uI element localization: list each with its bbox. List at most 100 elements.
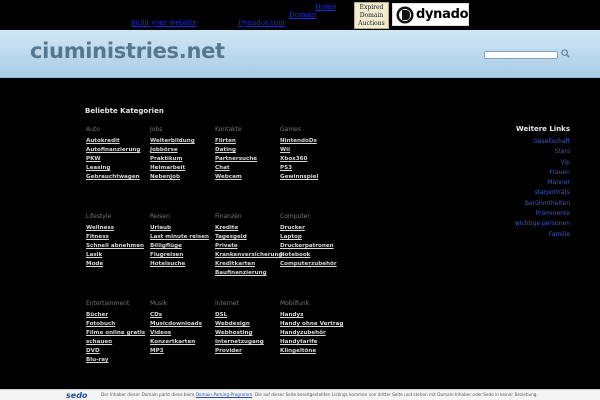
- category-link[interactable]: Hotelsuche: [150, 260, 209, 269]
- category-link[interactable]: Gebrauchtwagen: [86, 173, 140, 182]
- category-link[interactable]: Nebenjob: [150, 173, 195, 182]
- category-heading: Kontakte: [215, 126, 242, 133]
- category-link[interactable]: Baufinanzierung: [215, 269, 282, 278]
- category-link[interactable]: Wellness: [86, 224, 144, 233]
- category-finanzen: Finanzen Kredite Tagesgeld Private Krank…: [215, 212, 282, 278]
- category-link[interactable]: Provider: [215, 347, 264, 356]
- category-link[interactable]: Jobbörse: [150, 146, 195, 155]
- category-link[interactable]: Autofinanzierung: [86, 146, 140, 155]
- category-link[interactable]: Blu-ray: [86, 356, 145, 365]
- category-link[interactable]: Leasing: [86, 164, 140, 173]
- category-heading: Finanzen: [215, 213, 242, 220]
- category-link[interactable]: Kreditkarten: [215, 260, 282, 269]
- category-link[interactable]: Urlaub: [150, 224, 209, 233]
- category-link[interactable]: Schnell abnehmen: [86, 242, 144, 251]
- category-link[interactable]: Webhosting: [215, 329, 264, 338]
- category-link[interactable]: Drucker: [280, 224, 337, 233]
- domain-link[interactable]: Domain: [289, 11, 316, 19]
- category-link[interactable]: PS3: [280, 164, 318, 173]
- category-link[interactable]: NintendoDs: [280, 137, 318, 146]
- category-link[interactable]: Konzertkarten: [150, 338, 202, 347]
- category-link[interactable]: Praktikum: [150, 155, 195, 164]
- category-link[interactable]: Handytarife: [280, 338, 343, 347]
- dynadot-link[interactable]: Dynadot.com: [238, 19, 285, 27]
- category-link[interactable]: Videos: [150, 329, 202, 338]
- sidebar-link[interactable]: Männer: [515, 178, 570, 188]
- footer-text-after: . Die auf dieser Seite bereitgestellten …: [252, 392, 538, 397]
- category-link[interactable]: Notebook: [280, 251, 337, 260]
- category-link[interactable]: DSL: [215, 311, 264, 320]
- category-link[interactable]: PKW: [86, 155, 140, 164]
- category-link[interactable]: Fitness: [86, 233, 144, 242]
- category-link[interactable]: Handyzubehör: [280, 329, 343, 338]
- sidebar-link[interactable]: Gesellschaft: [515, 137, 570, 147]
- sidebar-link[interactable]: Vip: [515, 158, 570, 168]
- category-link[interactable]: Last minute reisen: [150, 233, 209, 242]
- category-link[interactable]: Webdesign: [215, 320, 264, 329]
- category-link[interactable]: Mode: [86, 260, 144, 269]
- category-link[interactable]: Druckerpatronen: [280, 242, 337, 251]
- search-input[interactable]: [484, 51, 558, 59]
- category-link[interactable]: Kredite: [215, 224, 282, 233]
- category-link[interactable]: Billigflüge: [150, 242, 209, 251]
- category-link[interactable]: MP3: [150, 347, 202, 356]
- sedo-logo[interactable]: sedo: [66, 391, 87, 400]
- logo-text: dynadot: [416, 7, 469, 22]
- sidebar-link[interactable]: wichtige personen: [515, 219, 570, 229]
- sidebar-link[interactable]: starporträts: [515, 188, 570, 198]
- category-link[interactable]: Xbox360: [280, 155, 318, 164]
- badge-line: Expired: [359, 4, 384, 11]
- sidebar-link[interactable]: Prominente: [515, 209, 570, 219]
- category-link[interactable]: Fotobuch: [86, 320, 145, 329]
- category-link[interactable]: Weiterbildung: [150, 137, 195, 146]
- category-link[interactable]: Gewinnspiel: [280, 173, 318, 182]
- category-link[interactable]: Heimarbeit: [150, 164, 195, 173]
- category-link[interactable]: Lasik: [86, 251, 144, 260]
- category-heading: Jobs: [150, 126, 163, 133]
- category-link[interactable]: Musicdownloads: [150, 320, 202, 329]
- category-link[interactable]: Flugreisen: [150, 251, 209, 260]
- category-link[interactable]: Wii: [280, 146, 318, 155]
- category-musik: Musik CDs Musicdownloads Videos Konzertk…: [150, 299, 202, 356]
- badge-line: Auctions: [358, 20, 385, 27]
- expired-domain-auctions-badge[interactable]: Expired Domain Auctions: [354, 2, 389, 29]
- category-link[interactable]: DVD: [86, 347, 145, 356]
- home-link[interactable]: Home: [315, 3, 336, 11]
- category-link[interactable]: Laptop: [280, 233, 337, 242]
- sidebar-link[interactable]: Berühmtheiten: [515, 199, 570, 209]
- category-link[interactable]: Webcam: [215, 173, 257, 182]
- domain-parking-link[interactable]: Domain-Parking-Programm: [196, 392, 253, 397]
- category-link[interactable]: Krankenversicherung: [215, 251, 282, 260]
- sidebar-link[interactable]: Stars: [515, 147, 570, 157]
- category-internet: Internet DSL Webdesign Webhosting Intern…: [215, 299, 264, 356]
- category-link[interactable]: Handy ohne Vertrag: [280, 320, 343, 329]
- category-link[interactable]: Klingeltöne: [280, 347, 343, 356]
- page: build your website Dynadot.com Home Doma…: [0, 0, 600, 400]
- category-reisen: Reisen Urlaub Last minute reisen Billigf…: [150, 212, 209, 269]
- footer: sedo Der Inhaber dieser Domain parkt die…: [0, 389, 600, 400]
- category-link[interactable]: Private: [215, 242, 282, 251]
- category-link[interactable]: Dating: [215, 146, 257, 155]
- category-lifestyle: Lifestyle Wellness Fitness Schnell abneh…: [86, 212, 144, 269]
- badge-line: Domain: [359, 12, 384, 19]
- category-link[interactable]: Tagesgeld: [215, 233, 282, 242]
- category-link[interactable]: schauen: [86, 338, 145, 347]
- search-icon[interactable]: [561, 49, 570, 58]
- category-link[interactable]: Filme online gratis: [86, 329, 145, 338]
- category-heading: Reisen: [150, 213, 170, 220]
- sidebar-title: Weitere Links: [515, 125, 570, 133]
- category-link[interactable]: CDs: [150, 311, 202, 320]
- category-link[interactable]: Chat: [215, 164, 257, 173]
- sidebar-link[interactable]: Familie: [515, 230, 570, 240]
- category-link[interactable]: Flirten: [215, 137, 257, 146]
- category-link[interactable]: Partnersuche: [215, 155, 257, 164]
- build-website-link[interactable]: build your website: [131, 19, 197, 27]
- sidebar-link[interactable]: Frauen: [515, 168, 570, 178]
- category-link[interactable]: Handys: [280, 311, 343, 320]
- category-jobs: Jobs Weiterbildung Jobbörse Praktikum He…: [150, 125, 195, 182]
- dynadot-logo[interactable]: dynadot: [392, 3, 469, 26]
- category-link[interactable]: Computerzubehör: [280, 260, 337, 269]
- category-link[interactable]: Bücher: [86, 311, 145, 320]
- category-link[interactable]: Autokredit: [86, 137, 140, 146]
- category-link[interactable]: Internetzugang: [215, 338, 264, 347]
